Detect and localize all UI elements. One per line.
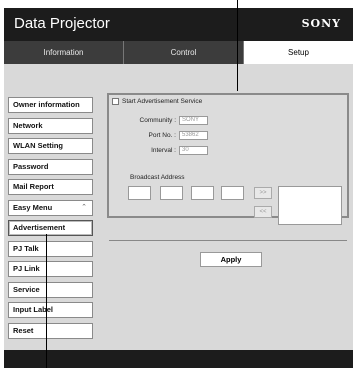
sidebar-item-pj-link[interactable]: PJ Link [8, 261, 93, 277]
callout-line-top [237, 0, 238, 91]
tab-control[interactable]: Control [124, 41, 244, 64]
sidebar-item-label: PJ Talk [13, 244, 39, 253]
tab-bar: Information Control Setup [4, 41, 353, 64]
sidebar-item-label: WLAN Setting [13, 141, 63, 150]
header-bar: Data Projector SONY [4, 8, 353, 41]
sidebar-item-advertisement[interactable]: Advertisement [8, 220, 93, 236]
community-field[interactable]: SONY [179, 116, 208, 125]
broadcast-octet-2[interactable] [160, 186, 183, 200]
port-label: Port No. : [148, 132, 176, 139]
brand-logo: SONY [301, 17, 341, 30]
callout-line-bottom [46, 234, 47, 368]
sidebar-item-service[interactable]: Service [8, 282, 93, 298]
broadcast-address-list[interactable] [278, 186, 342, 225]
sidebar-item-label: Owner information [13, 100, 80, 109]
sidebar-item-pj-talk[interactable]: PJ Talk [8, 241, 93, 257]
sidebar-item-label: Easy Menu [13, 203, 53, 212]
sidebar-item-label: Reset [13, 326, 34, 335]
start-advertisement-label: Start Advertisement Service [122, 98, 203, 105]
add-address-button[interactable]: >> [254, 187, 272, 199]
sidebar-item-password[interactable]: Password [8, 159, 93, 175]
sidebar-item-owner-information[interactable]: Owner information [8, 97, 93, 113]
sidebar-item-network[interactable]: Network [8, 118, 93, 134]
tab-information[interactable]: Information [4, 41, 124, 64]
sidebar-item-reset[interactable]: Reset [8, 323, 93, 339]
sidebar-item-label: PJ Link [13, 264, 40, 273]
interval-label: Interval : [151, 147, 176, 154]
port-field[interactable]: 53862 [179, 131, 208, 140]
broadcast-octet-4[interactable] [221, 186, 244, 200]
interval-field[interactable]: 30 [179, 146, 208, 155]
divider [109, 240, 347, 241]
sidebar-item-easy-menu[interactable]: Easy Menu ⌃ [8, 200, 93, 216]
sidebar-item-label: Mail Report [13, 182, 54, 191]
app-title: Data Projector [14, 15, 110, 32]
sidebar-item-label: Input Label [13, 305, 53, 314]
sidebar-item-mail-report[interactable]: Mail Report [8, 179, 93, 195]
tab-setup[interactable]: Setup [244, 41, 353, 64]
broadcast-address-label: Broadcast Address [130, 174, 185, 181]
remove-address-button[interactable]: << [254, 206, 272, 218]
sidebar-item-label: Network [13, 121, 43, 130]
double-chevron-up-icon: ⌃ [81, 204, 87, 211]
broadcast-octet-1[interactable] [128, 186, 151, 200]
apply-button[interactable]: Apply [200, 252, 262, 267]
app-window: Data Projector SONY Information Control … [4, 8, 353, 368]
sidebar-item-label: Password [13, 162, 49, 171]
footer-bar [4, 350, 353, 368]
community-label: Community : [139, 117, 176, 124]
broadcast-octet-3[interactable] [191, 186, 214, 200]
sidebar-item-wlan-setting[interactable]: WLAN Setting [8, 138, 93, 154]
main-content: Owner information Network WLAN Setting P… [4, 64, 353, 350]
start-advertisement-checkbox[interactable] [112, 98, 119, 105]
sidebar-item-label: Advertisement [13, 223, 66, 232]
sidebar-item-input-label[interactable]: Input Label [8, 302, 93, 318]
sidebar-item-label: Service [13, 285, 40, 294]
